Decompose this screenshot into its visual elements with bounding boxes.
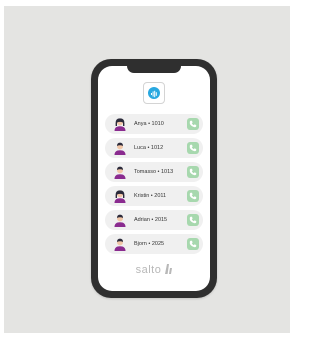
contact-list: Anya • 1010 Luca • 1012 Tomasso • 1013 Kris… xyxy=(105,114,203,258)
phone-icon xyxy=(187,142,199,154)
contact-label: Anya • 1010 xyxy=(134,121,164,127)
call-button[interactable] xyxy=(187,238,199,250)
contact-row[interactable]: Tomasso • 1013 xyxy=(105,162,203,182)
call-button[interactable] xyxy=(187,142,199,154)
phone-icon xyxy=(187,166,199,178)
contact-row[interactable]: Bjorn • 2025 xyxy=(105,234,203,254)
contact-row[interactable]: Anya • 1010 xyxy=(105,114,203,134)
background-frame: Anya • 1010 Luca • 1012 Tomasso • 1013 Kris… xyxy=(4,6,290,333)
contact-row[interactable]: Adrian • 2015 xyxy=(105,210,203,230)
phone-device: Anya • 1010 Luca • 1012 Tomasso • 1013 Kris… xyxy=(91,59,217,298)
phone-screen: Anya • 1010 Luca • 1012 Tomasso • 1013 Kris… xyxy=(98,66,210,291)
phone-icon xyxy=(187,190,199,202)
contact-label: Kristin • 2011 xyxy=(134,193,167,199)
phone-icon xyxy=(187,118,199,130)
person-avatar-icon xyxy=(113,141,127,155)
call-button[interactable] xyxy=(187,118,199,130)
person-avatar-icon xyxy=(113,165,127,179)
phone-notch xyxy=(127,66,181,73)
phone-icon xyxy=(187,214,199,226)
soundwave-icon xyxy=(148,87,160,99)
person-avatar-icon xyxy=(113,237,127,251)
call-button[interactable] xyxy=(187,214,199,226)
phone-icon xyxy=(187,238,199,250)
brand-logo: salto xyxy=(98,264,210,277)
person-avatar-icon xyxy=(113,189,127,203)
contact-label: Adrian • 2015 xyxy=(134,217,168,223)
person-avatar-icon xyxy=(113,117,127,131)
contact-label: Tomasso • 1013 xyxy=(134,169,174,175)
contact-row[interactable]: Kristin • 2011 xyxy=(105,186,203,206)
person-avatar-icon xyxy=(113,213,127,227)
call-button[interactable] xyxy=(187,166,199,178)
call-button[interactable] xyxy=(187,190,199,202)
app-icon[interactable] xyxy=(143,82,165,104)
contact-row[interactable]: Luca • 1012 xyxy=(105,138,203,158)
contact-label: Bjorn • 2025 xyxy=(134,241,165,247)
contact-label: Luca • 1012 xyxy=(134,145,164,151)
brand-name: salto xyxy=(135,264,162,276)
salto-logo-mark-icon xyxy=(165,264,173,277)
